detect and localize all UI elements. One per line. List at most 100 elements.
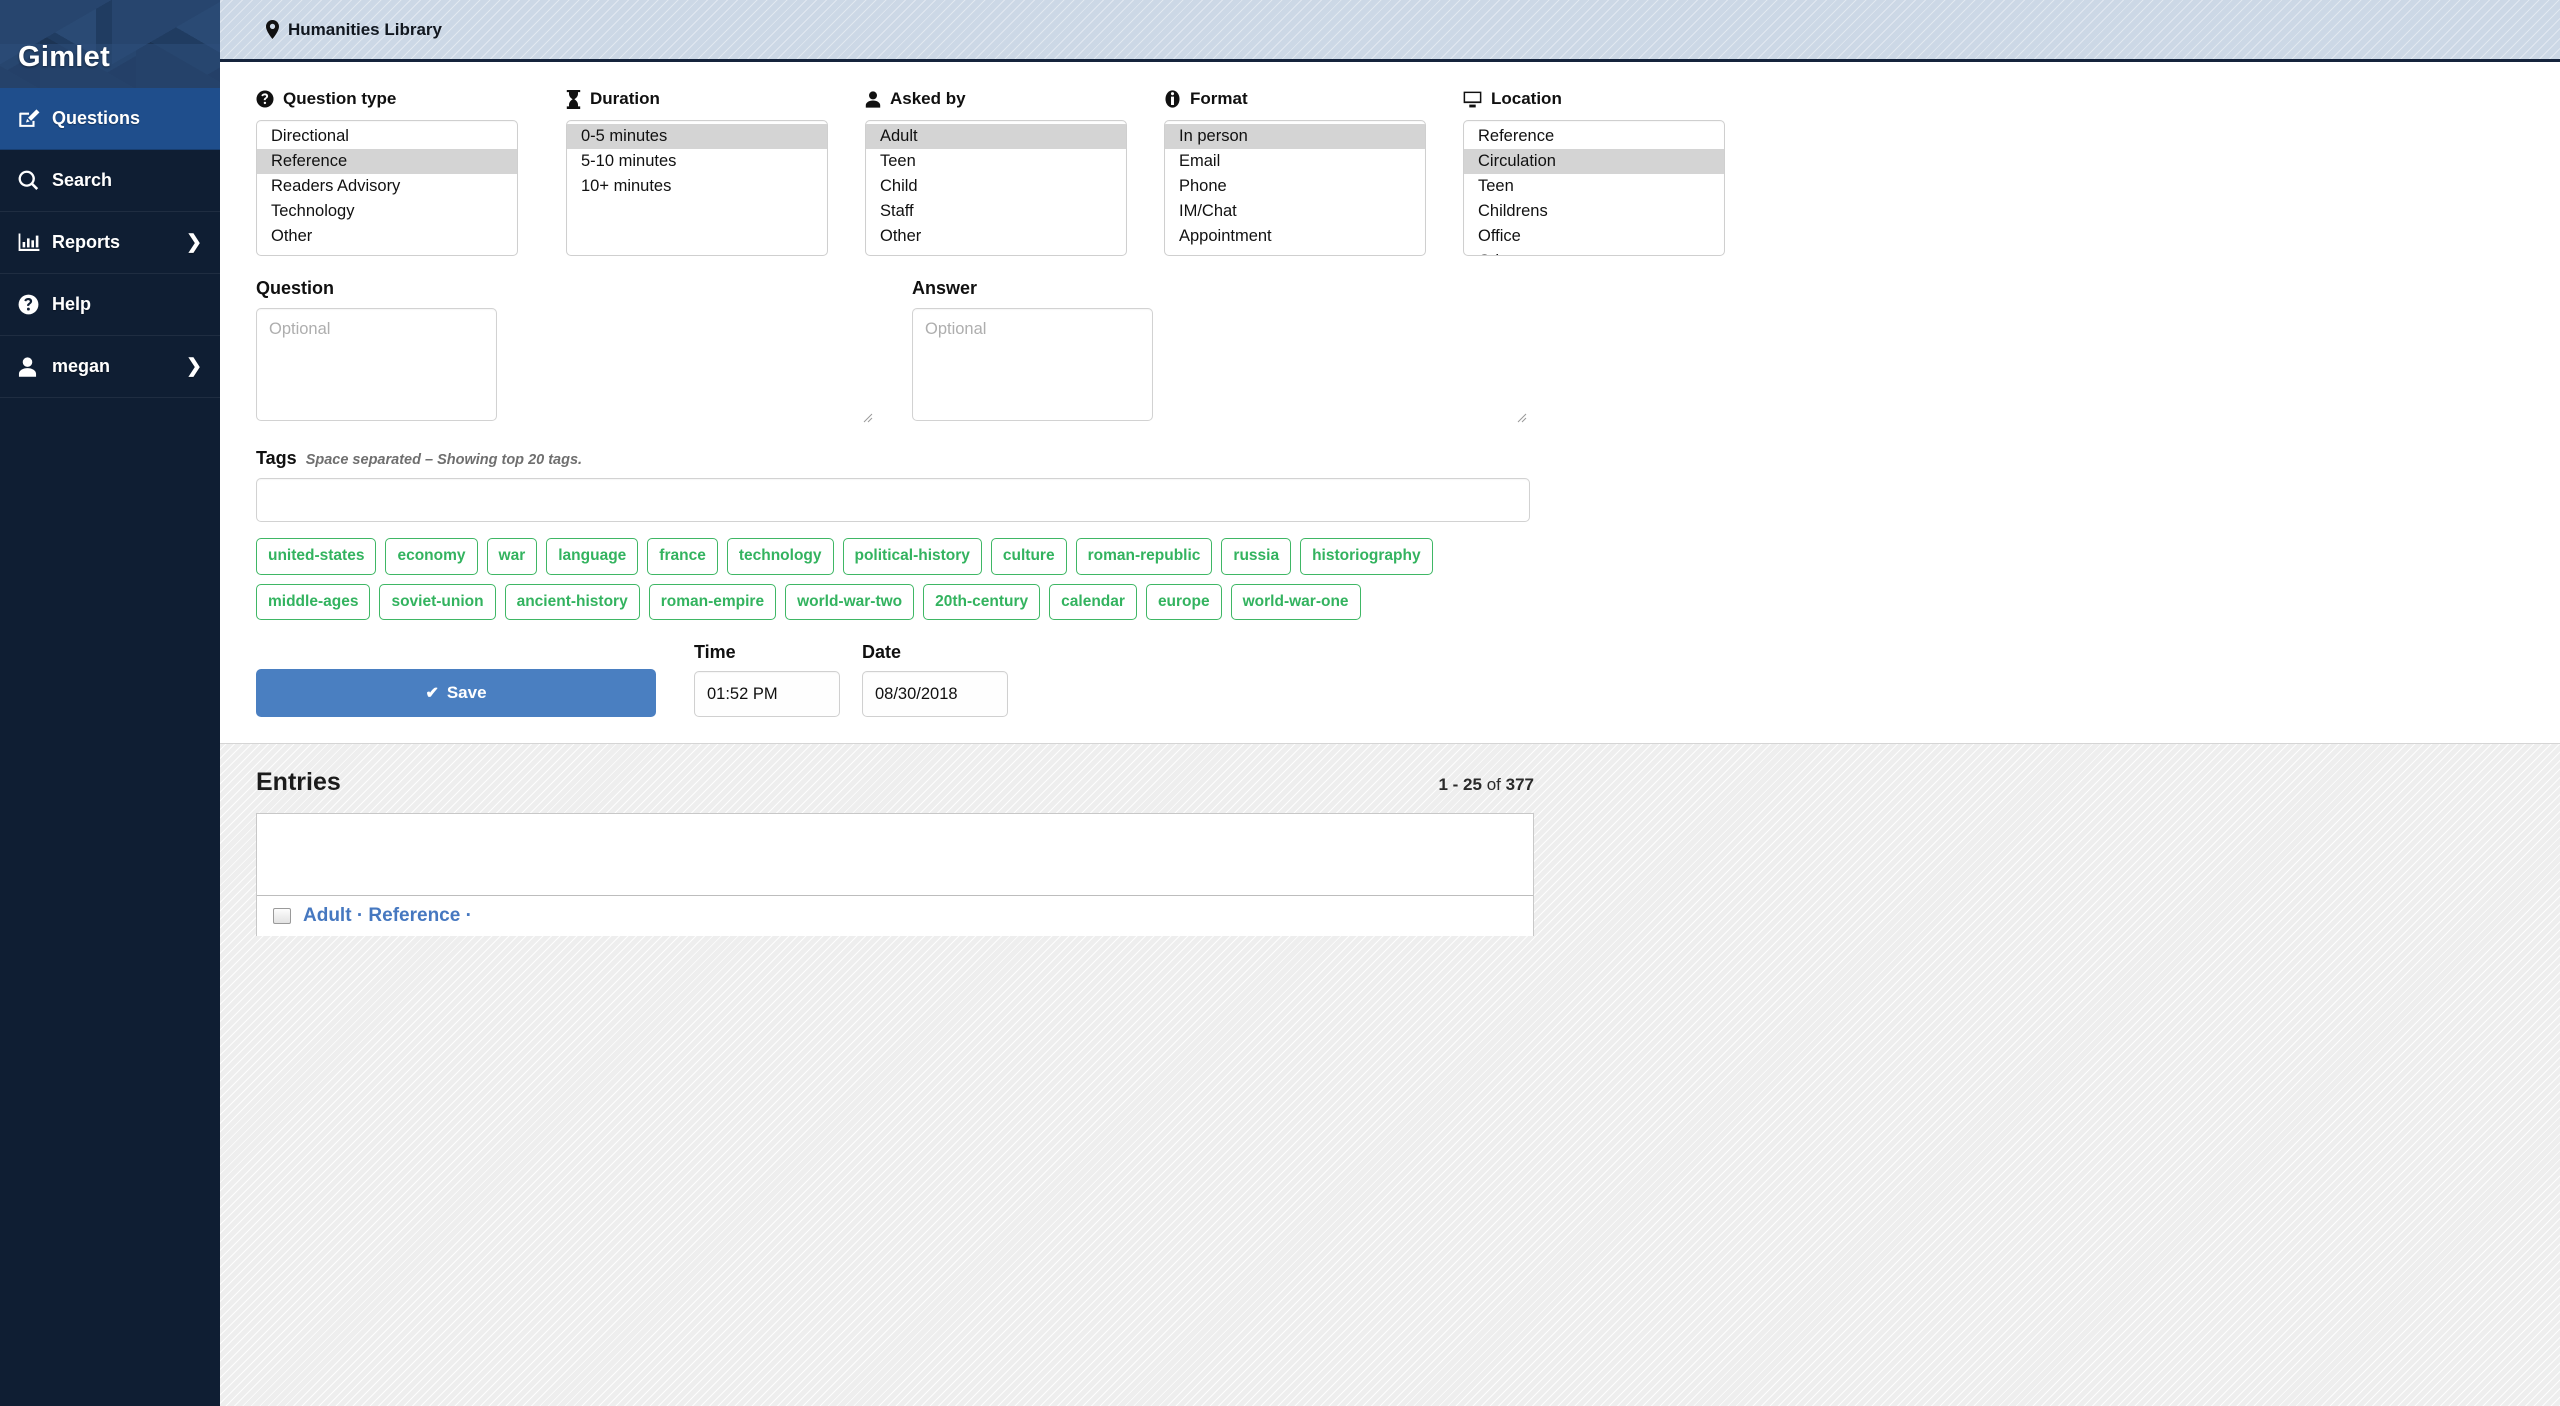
question-type-listbox[interactable]: Directional Reference Readers Advisory T… bbox=[256, 120, 518, 256]
tag-pill[interactable]: calendar bbox=[1049, 583, 1137, 620]
tag-pill[interactable]: world-war-one bbox=[1230, 583, 1361, 620]
filter-label: Asked by bbox=[890, 89, 966, 108]
tag-pill[interactable]: culture bbox=[990, 538, 1067, 575]
sidebar-item-search[interactable]: Search bbox=[0, 150, 220, 212]
listbox-option[interactable]: Office bbox=[1464, 224, 1724, 249]
listbox-option[interactable]: Phone bbox=[1165, 174, 1425, 199]
listbox-option[interactable]: 10+ minutes bbox=[567, 174, 827, 199]
date-input[interactable] bbox=[862, 671, 1008, 717]
sidebar-item-questions[interactable]: Questions bbox=[0, 88, 220, 150]
topbar: Humanities Library bbox=[220, 0, 2560, 62]
user-icon bbox=[865, 90, 881, 108]
listbox-option[interactable]: Readers Advisory bbox=[257, 174, 517, 199]
format-listbox[interactable]: In person Email Phone IM/Chat Appointmen… bbox=[1164, 120, 1426, 256]
tag-pill[interactable]: france bbox=[647, 538, 718, 575]
listbox-option-selected[interactable]: Circulation bbox=[1464, 149, 1724, 174]
filter-duration: Duration 0-5 minutes 5-10 minutes 10+ mi… bbox=[566, 88, 828, 256]
desktop-icon bbox=[1463, 91, 1482, 108]
listbox-option[interactable]: Teen bbox=[1464, 174, 1724, 199]
filter-header: Duration bbox=[566, 88, 828, 110]
date-block: Date bbox=[862, 642, 1008, 717]
sidebar-item-help[interactable]: Help bbox=[0, 274, 220, 336]
listbox-option[interactable]: Child bbox=[866, 174, 1126, 199]
location-listbox[interactable]: Reference Circulation Teen Childrens Off… bbox=[1463, 120, 1725, 256]
entry-link[interactable]: Adult · Reference · bbox=[303, 905, 472, 927]
tag-pill[interactable]: europe bbox=[1145, 583, 1222, 620]
listbox-option[interactable]: Other bbox=[866, 224, 1126, 249]
brand-header: Gimlet bbox=[0, 0, 220, 88]
question-textarea-wrap bbox=[256, 308, 876, 426]
tag-pill[interactable]: technology bbox=[726, 538, 834, 575]
table-row[interactable]: Adult · Reference · bbox=[257, 896, 1533, 936]
tag-suggestion-list: united-states economy war language franc… bbox=[256, 538, 1546, 620]
sidebar-item-user[interactable]: megan ❯ bbox=[0, 336, 220, 398]
tag-pill[interactable]: soviet-union bbox=[379, 583, 496, 620]
tag-pill[interactable]: ancient-history bbox=[504, 583, 640, 620]
listbox-option[interactable]: Technology bbox=[257, 199, 517, 224]
tag-pill[interactable]: historiography bbox=[1300, 538, 1433, 575]
filter-header: Location bbox=[1463, 88, 1725, 110]
row-checkbox[interactable] bbox=[273, 908, 291, 924]
bar-chart-icon bbox=[18, 233, 44, 252]
tag-pill[interactable]: world-war-two bbox=[785, 583, 915, 620]
tag-pill[interactable]: political-history bbox=[842, 538, 982, 575]
entries-toolbar[interactable] bbox=[257, 814, 1533, 896]
sidebar-item-label: Search bbox=[52, 170, 113, 190]
tag-pill[interactable]: language bbox=[546, 538, 639, 575]
asked-by-listbox[interactable]: Adult Teen Child Staff Other bbox=[865, 120, 1127, 256]
save-button-label: Save bbox=[446, 683, 487, 702]
answer-textarea-wrap bbox=[912, 308, 1530, 426]
question-circle-icon bbox=[18, 294, 44, 315]
entries-header: Entries 1 - 25 of 377 bbox=[256, 768, 1534, 797]
listbox-option[interactable]: Other bbox=[257, 224, 517, 249]
filter-label: Question type bbox=[283, 89, 397, 108]
listbox-option[interactable]: Childrens bbox=[1464, 199, 1724, 224]
tag-pill[interactable]: russia bbox=[1221, 538, 1292, 575]
tag-pill[interactable]: middle-ages bbox=[256, 583, 371, 620]
duration-listbox[interactable]: 0-5 minutes 5-10 minutes 10+ minutes bbox=[566, 120, 828, 256]
resize-handle-icon[interactable] bbox=[1514, 410, 1527, 423]
listbox-option[interactable]: Other bbox=[1464, 249, 1724, 255]
time-label: Time bbox=[694, 642, 736, 662]
listbox-option[interactable]: Teen bbox=[866, 149, 1126, 174]
sidebar-item-reports[interactable]: Reports ❯ bbox=[0, 212, 220, 274]
chevron-right-icon: ❯ bbox=[186, 232, 202, 253]
filter-header: Format bbox=[1164, 88, 1426, 110]
listbox-option[interactable]: 5-10 minutes bbox=[567, 149, 827, 174]
entries-range: 1 - 25 bbox=[1438, 775, 1482, 794]
location-title: Humanities Library bbox=[288, 19, 442, 39]
tags-input[interactable] bbox=[256, 478, 1530, 522]
question-label: Question bbox=[256, 278, 335, 298]
sidebar-item-label: Reports bbox=[52, 232, 121, 252]
entries-section: Entries 1 - 25 of 377 Adult · Reference … bbox=[220, 743, 2560, 1406]
entries-panel: Adult · Reference · bbox=[256, 813, 1534, 936]
listbox-option[interactable]: Staff bbox=[866, 199, 1126, 224]
listbox-option-selected[interactable]: Reference bbox=[257, 149, 517, 174]
sidebar-item-label: Help bbox=[52, 294, 92, 314]
listbox-option[interactable]: Appointment bbox=[1165, 224, 1425, 249]
tag-pill[interactable]: roman-republic bbox=[1075, 538, 1213, 575]
resize-handle-icon[interactable] bbox=[860, 410, 873, 423]
edit-square-icon bbox=[18, 108, 44, 129]
tag-pill[interactable]: war bbox=[486, 538, 538, 575]
listbox-option[interactable]: IM/Chat bbox=[1165, 199, 1425, 224]
listbox-option-selected[interactable]: Adult bbox=[866, 124, 1126, 149]
listbox-option[interactable]: Email bbox=[1165, 149, 1425, 174]
entries-title: Entries bbox=[256, 768, 341, 796]
filter-header: Question type bbox=[256, 88, 518, 110]
tags-hint: Space separated – Showing top 20 tags. bbox=[305, 452, 583, 468]
tag-pill[interactable]: roman-empire bbox=[648, 583, 777, 620]
question-input[interactable] bbox=[256, 308, 497, 421]
listbox-option-selected[interactable]: In person bbox=[1165, 124, 1425, 149]
tag-pill[interactable]: 20th-century bbox=[923, 583, 1041, 620]
filter-question-type: Question type Directional Reference Read… bbox=[256, 88, 518, 256]
tag-pill[interactable]: economy bbox=[385, 538, 478, 575]
listbox-option[interactable]: Reference bbox=[1464, 124, 1724, 149]
time-input[interactable] bbox=[694, 671, 840, 717]
save-button[interactable]: ✔ Save bbox=[256, 669, 656, 717]
listbox-option[interactable]: Directional bbox=[257, 124, 517, 149]
filter-format: Format In person Email Phone IM/Chat App… bbox=[1164, 88, 1426, 256]
answer-input[interactable] bbox=[912, 308, 1153, 421]
tag-pill[interactable]: united-states bbox=[256, 538, 377, 575]
listbox-option-selected[interactable]: 0-5 minutes bbox=[567, 124, 827, 149]
